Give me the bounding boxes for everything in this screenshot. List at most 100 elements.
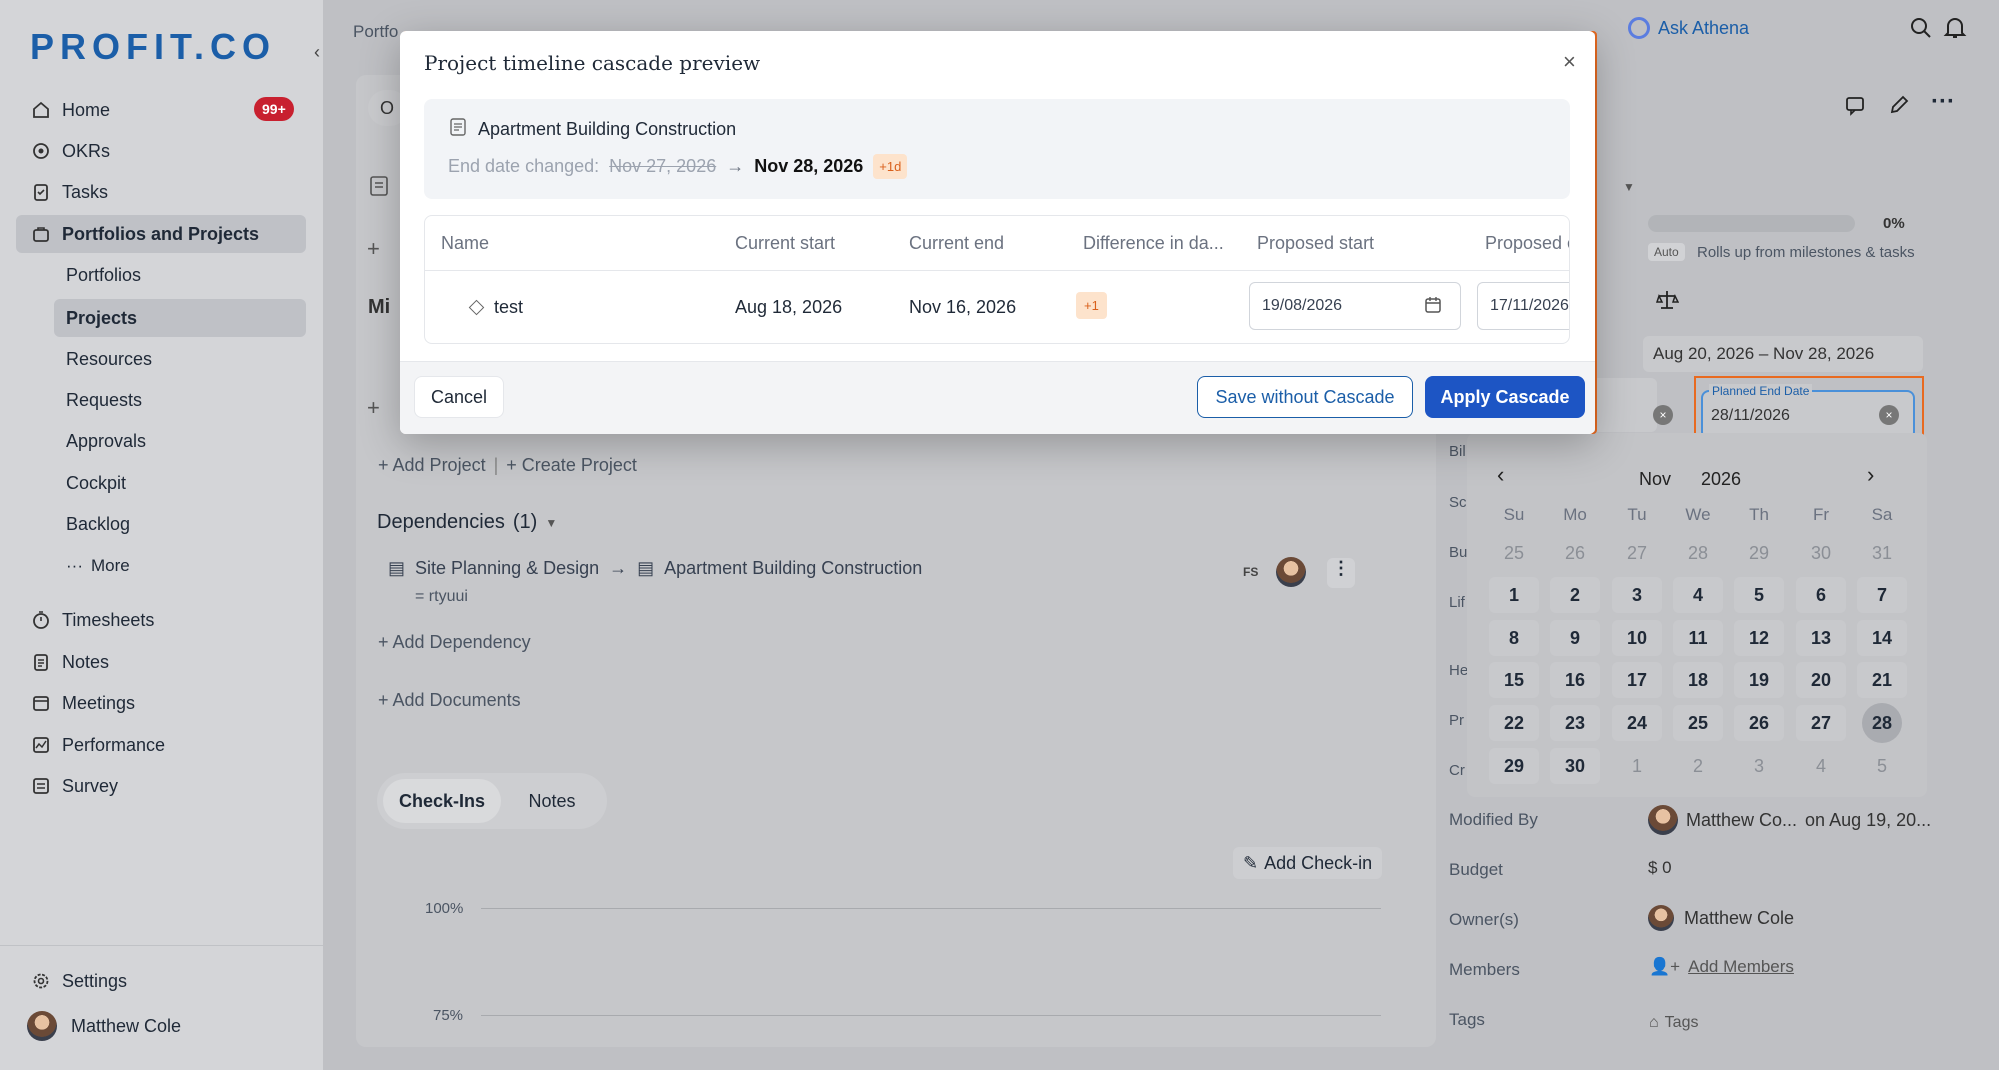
calendar-day[interactable]: 21 [1857, 662, 1907, 698]
calendar-day[interactable]: 12 [1734, 620, 1784, 656]
next-month-icon[interactable]: › [1867, 462, 1874, 488]
calendar-day[interactable]: 29 [1489, 748, 1539, 784]
sidebar-sub-resources[interactable]: Resources [54, 340, 306, 378]
calendar-day[interactable]: 17 [1612, 662, 1662, 698]
close-icon[interactable]: × [1563, 49, 1576, 75]
sidebar-sub-requests[interactable]: Requests [54, 381, 306, 419]
sidebar-sub-portfolios[interactable]: Portfolios [54, 256, 306, 294]
budget-value[interactable]: $ 0 [1648, 858, 1672, 878]
calendar-day[interactable]: 11 [1673, 620, 1723, 656]
calendar-day[interactable]: 6 [1796, 577, 1846, 613]
add-members-link[interactable]: 👤+ Add Members [1649, 957, 1794, 977]
add-dependency-link[interactable]: + Add Dependency [378, 632, 531, 653]
calendar-day[interactable]: 9 [1550, 620, 1600, 656]
tab-notes[interactable]: Notes [507, 779, 597, 823]
prev-month-icon[interactable]: ‹ [1497, 462, 1504, 488]
clear-icon[interactable]: × [1879, 405, 1899, 425]
calendar-day[interactable]: 19 [1734, 662, 1784, 698]
calendar-day-selected[interactable]: 28 [1862, 703, 1902, 743]
calendar-day[interactable]: 3 [1612, 577, 1662, 613]
search-icon[interactable] [1909, 16, 1933, 45]
add-project-link[interactable]: + Add Project [378, 455, 486, 476]
calendar-day[interactable]: 23 [1550, 705, 1600, 741]
create-project-link[interactable]: + Create Project [506, 455, 637, 476]
calendar-day[interactable]: 30 [1796, 535, 1846, 571]
calendar-day[interactable]: 29 [1734, 535, 1784, 571]
tags-field[interactable]: ⌂ Tags [1649, 1014, 1698, 1032]
calendar-day[interactable]: 26 [1734, 705, 1784, 741]
calendar-month[interactable]: Nov [1639, 469, 1671, 490]
add-icon[interactable]: + [367, 236, 380, 262]
sidebar-item-timesheets[interactable]: Timesheets [16, 601, 306, 639]
calendar-day[interactable]: 8 [1489, 620, 1539, 656]
breadcrumb[interactable]: Portfo [353, 22, 398, 42]
proposed-start-input[interactable]: 19/08/2026 [1249, 282, 1461, 330]
sidebar-item-okrs[interactable]: OKRs [16, 132, 306, 170]
calendar-day[interactable]: 3 [1734, 748, 1784, 784]
sidebar-sub-projects[interactable]: Projects [54, 299, 306, 337]
sidebar-sub-backlog[interactable]: Backlog [54, 505, 306, 543]
calendar-day[interactable]: 5 [1734, 577, 1784, 613]
sidebar-item-survey[interactable]: Survey [16, 767, 306, 805]
proposed-end-input[interactable]: 17/11/2026 [1477, 282, 1569, 330]
sidebar-sub-cockpit[interactable]: Cockpit [54, 464, 306, 502]
calendar-day[interactable]: 1 [1612, 748, 1662, 784]
bell-icon[interactable] [1943, 15, 1967, 46]
calendar-day[interactable]: 13 [1796, 620, 1846, 656]
calendar-day[interactable]: 26 [1550, 535, 1600, 571]
date-range-field[interactable]: Aug 20, 2026 – Nov 28, 2026 [1643, 336, 1923, 372]
calendar-day[interactable]: 10 [1612, 620, 1662, 656]
calendar-day[interactable]: 25 [1673, 705, 1723, 741]
calendar-icon[interactable] [1424, 296, 1442, 319]
calendar-day[interactable]: 18 [1673, 662, 1723, 698]
sidebar-item-tasks[interactable]: Tasks [16, 173, 306, 211]
calendar-day[interactable]: 28 [1673, 535, 1723, 571]
calendar-day[interactable]: 2 [1673, 748, 1723, 784]
sidebar-sub-more[interactable]: ··· More [54, 547, 306, 585]
cancel-button[interactable]: Cancel [414, 376, 504, 418]
save-without-cascade-button[interactable]: Save without Cascade [1197, 376, 1413, 418]
sidebar-item-settings[interactable]: Settings [16, 962, 306, 1000]
owner-value[interactable]: Matthew Cole [1648, 905, 1794, 931]
calendar-day[interactable]: 16 [1550, 662, 1600, 698]
pencil-icon[interactable] [1888, 94, 1910, 121]
calendar-day[interactable]: 2 [1550, 577, 1600, 613]
dependencies-header[interactable]: Dependencies (1) ▼ [377, 511, 557, 534]
calendar-day[interactable]: 24 [1612, 705, 1662, 741]
add-documents-link[interactable]: + Add Documents [378, 690, 521, 711]
user-profile[interactable]: Matthew Cole [27, 1011, 181, 1041]
calendar-day[interactable]: 15 [1489, 662, 1539, 698]
sidebar-item-performance[interactable]: Performance [16, 726, 306, 764]
sidebar-item-meetings[interactable]: Meetings [16, 684, 306, 722]
kebab-menu-icon[interactable]: ⋮ [1327, 558, 1355, 588]
calendar-day[interactable]: 5 [1857, 748, 1907, 784]
scale-icon[interactable] [1655, 288, 1680, 317]
collapse-sidebar-icon[interactable]: ‹ [314, 42, 320, 63]
calendar-day[interactable]: 27 [1796, 705, 1846, 741]
sidebar-sub-approvals[interactable]: Approvals [54, 422, 306, 460]
calendar-day[interactable]: 22 [1489, 705, 1539, 741]
sidebar-item-notes[interactable]: Notes [16, 643, 306, 681]
calendar-day[interactable]: 31 [1857, 535, 1907, 571]
tab-checkins[interactable]: Check-Ins [383, 779, 501, 823]
add-checkin-button[interactable]: ✎ Add Check-in [1233, 847, 1383, 879]
calendar-day[interactable]: 4 [1796, 748, 1846, 784]
ask-athena-button[interactable]: Ask Athena [1628, 17, 1749, 39]
chevron-down-icon[interactable]: ▼ [1623, 180, 1635, 194]
add-icon[interactable]: + [367, 395, 380, 421]
calendar-day[interactable]: 25 [1489, 535, 1539, 571]
clear-icon[interactable]: × [1653, 405, 1673, 425]
dependency-item[interactable]: ▤ Site Planning & Design → ▤ Apartment B… [388, 558, 922, 579]
sidebar-item-portfolios-projects[interactable]: Portfolios and Projects [16, 215, 306, 253]
apply-cascade-button[interactable]: Apply Cascade [1425, 376, 1585, 418]
comment-icon[interactable] [1844, 95, 1866, 122]
calendar-year[interactable]: 2026 [1701, 469, 1741, 490]
calendar-day[interactable]: 1 [1489, 577, 1539, 613]
calendar-day[interactable]: 20 [1796, 662, 1846, 698]
calendar-day[interactable]: 4 [1673, 577, 1723, 613]
calendar-day[interactable]: 7 [1857, 577, 1907, 613]
calendar-day[interactable]: 27 [1612, 535, 1662, 571]
calendar-day[interactable]: 30 [1550, 748, 1600, 784]
calendar-day[interactable]: 14 [1857, 620, 1907, 656]
more-options-icon[interactable]: ··· [1931, 88, 1955, 116]
